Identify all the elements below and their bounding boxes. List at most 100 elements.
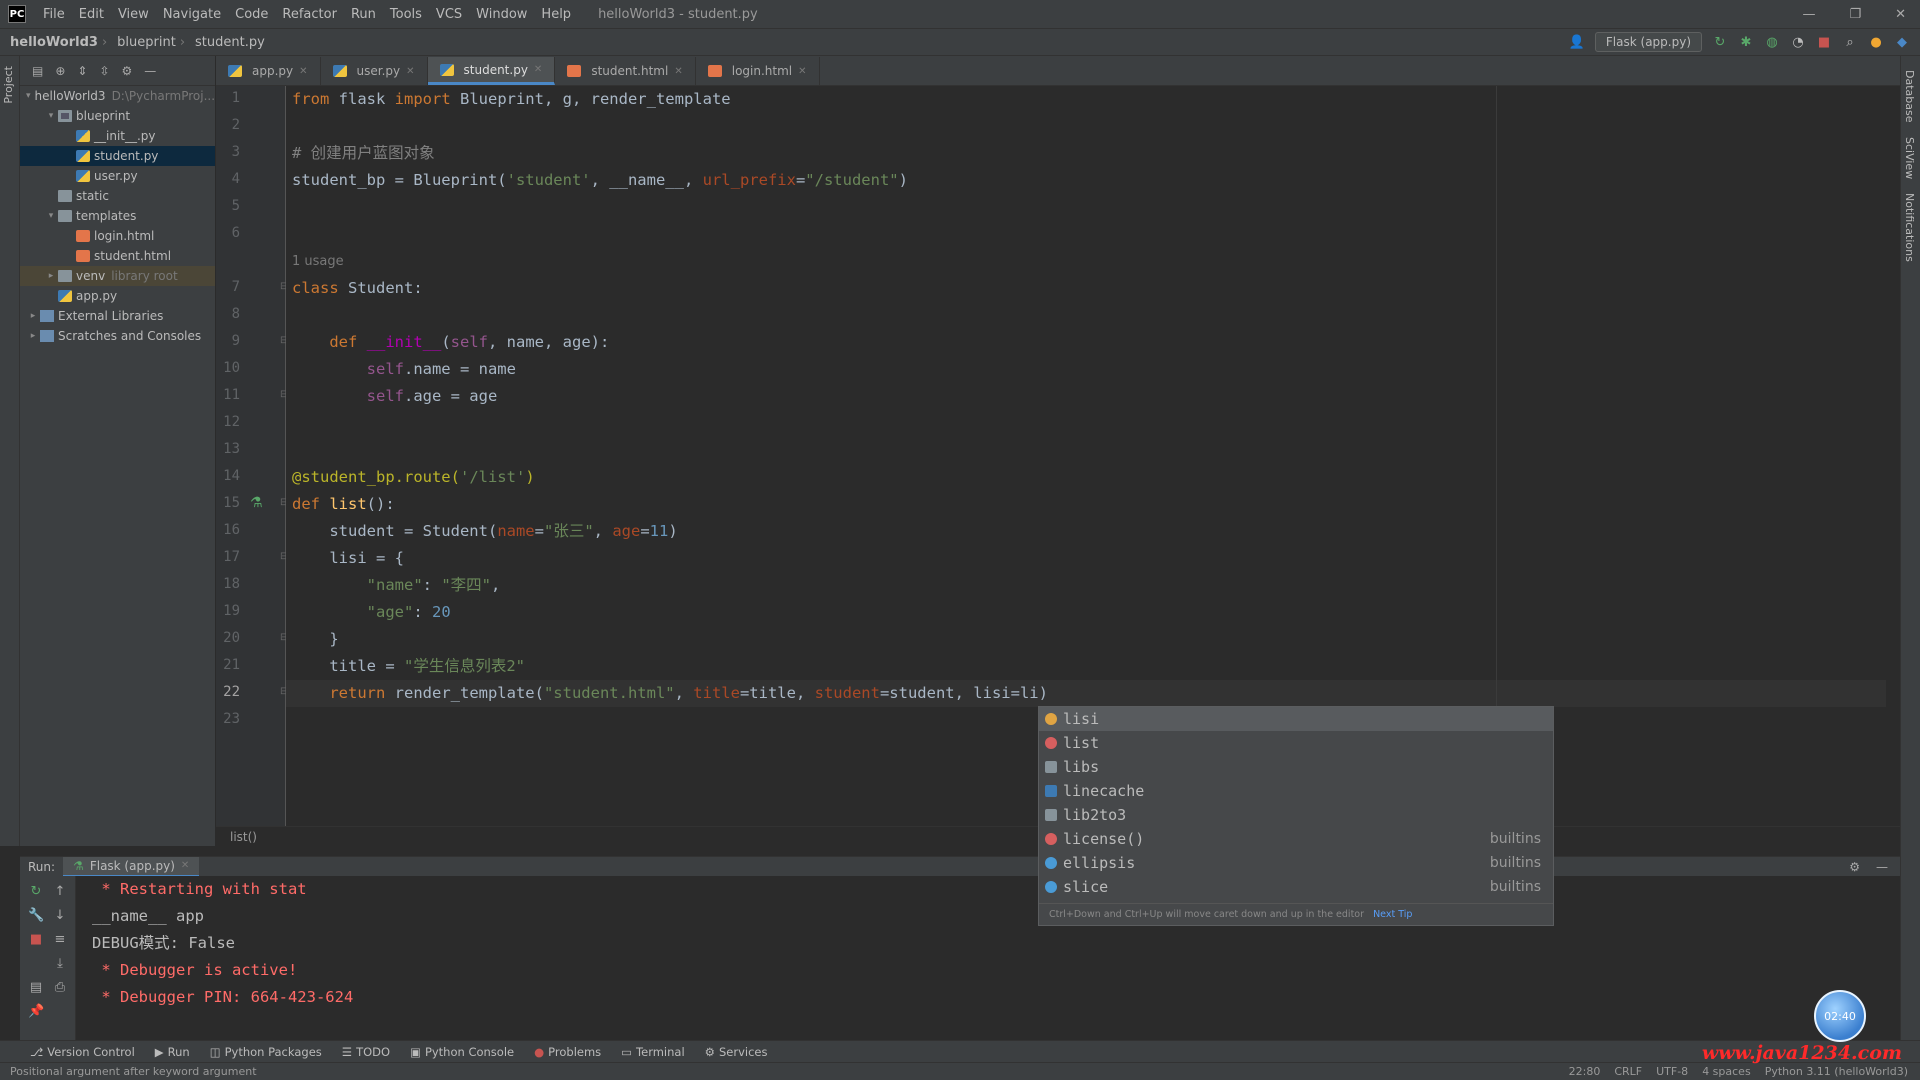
database-tool-label[interactable]: Database <box>1903 70 1916 123</box>
code-line[interactable]: self.age = age <box>292 383 498 410</box>
code-line[interactable]: class Student: <box>292 275 423 302</box>
code-line[interactable]: # 创建用户蓝图对象 <box>292 140 435 167</box>
tree-item-helloworld3[interactable]: ▾ helloWorld3 D:\PycharmProj... <box>20 86 215 106</box>
tree-item-external-libraries[interactable]: ▸ External Libraries <box>20 306 215 326</box>
tree-item-init-py[interactable]: __init__.py <box>20 126 215 146</box>
tool-tab-services[interactable]: ⚙ Services <box>705 1045 768 1059</box>
notifications-tool-label[interactable]: Notifications <box>1903 193 1916 262</box>
rerun-icon[interactable]: ↻ <box>28 884 44 900</box>
scroll-down-icon[interactable]: ↓ <box>52 908 68 924</box>
completion-item[interactable]: slice builtins <box>1039 875 1553 899</box>
status-crlf[interactable]: CRLF <box>1614 1065 1642 1078</box>
code-line[interactable]: student = Student(name="张三", age=11) <box>292 518 677 545</box>
expand-arrow-icon[interactable]: ▸ <box>44 271 58 281</box>
status-22-80[interactable]: 22:80 <box>1569 1065 1601 1078</box>
hide-icon[interactable]: — <box>144 64 156 78</box>
tree-item-app-py[interactable]: app.py <box>20 286 215 306</box>
wrench-icon[interactable]: 🔧 <box>28 908 44 924</box>
code-line[interactable]: def __init__(self, name, age): <box>292 329 609 356</box>
scroll-to-end-icon[interactable]: ⤓ <box>52 956 68 972</box>
soft-wrap-icon[interactable]: ≡ <box>52 932 68 948</box>
run-config-select[interactable]: Flask (app.py) <box>1594 32 1702 52</box>
project-tool-label[interactable]: Project <box>2 66 15 104</box>
completion-item[interactable]: license() builtins <box>1039 827 1553 851</box>
hide-icon[interactable]: — <box>1876 860 1888 874</box>
status-python-3-11-helloworld3[interactable]: Python 3.11 (helloWorld3) <box>1765 1065 1908 1078</box>
code-line[interactable]: lisi = { <box>292 545 404 572</box>
tree-item-templates[interactable]: ▾ templates <box>20 206 215 226</box>
code-line[interactable]: } <box>292 626 338 653</box>
maximize-button[interactable]: ❐ <box>1849 7 1861 22</box>
minimize-button[interactable]: — <box>1802 7 1815 22</box>
code-line[interactable]: "age": 20 <box>292 599 451 626</box>
tool-tab-todo[interactable]: ☰ TODO <box>342 1045 390 1059</box>
pin-icon[interactable]: 📌 <box>28 1004 44 1020</box>
status-4-spaces[interactable]: 4 spaces <box>1702 1065 1751 1078</box>
print-icon[interactable]: ⎙ <box>52 980 68 996</box>
code-line[interactable]: title = "学生信息列表2" <box>292 653 525 680</box>
menu-refactor[interactable]: Refactor <box>275 7 344 22</box>
breadcrumb-file[interactable]: student.py <box>185 35 269 50</box>
next-tip-link[interactable]: Next Tip <box>1373 909 1412 920</box>
close-tab-icon[interactable]: ✕ <box>674 66 682 77</box>
tree-item-scratches-and-consoles[interactable]: ▸ Scratches and Consoles <box>20 326 215 346</box>
tool-tab-terminal[interactable]: ▭ Terminal <box>621 1045 684 1059</box>
gear-icon[interactable]: ⚙ <box>1849 860 1860 874</box>
menu-help[interactable]: Help <box>534 7 578 22</box>
close-window-button[interactable]: ✕ <box>1895 7 1906 22</box>
tool-tab-python-packages[interactable]: ◫ Python Packages <box>210 1045 322 1059</box>
expand-arrow-icon[interactable]: ▾ <box>44 111 58 121</box>
coverage-icon[interactable]: ◍ <box>1764 34 1780 50</box>
run-tab[interactable]: ⚗ Flask (app.py) ✕ <box>63 856 200 877</box>
expand-arrow-icon[interactable]: ▸ <box>26 331 40 341</box>
close-icon[interactable]: ✕ <box>181 860 189 871</box>
stop-icon[interactable]: ■ <box>28 932 44 948</box>
plugin-icon[interactable]: ◆ <box>1894 34 1910 50</box>
editor-scrollbar[interactable] <box>1888 86 1900 826</box>
tool-tab-problems[interactable]: ● Problems <box>534 1045 601 1059</box>
collapse-all-icon[interactable]: ⇳ <box>99 64 109 78</box>
tool-tab-version-control[interactable]: ⎇ Version Control <box>30 1045 135 1059</box>
close-tab-icon[interactable]: ✕ <box>299 66 307 77</box>
code-line[interactable]: self.name = name <box>292 356 516 383</box>
code-line[interactable]: "name": "李四", <box>292 572 501 599</box>
tree-item-venv[interactable]: ▸ venv library root <box>20 266 215 286</box>
panel-options-icon[interactable]: ▤ <box>32 64 43 78</box>
expand-arrow-icon[interactable]: ▾ <box>44 211 58 221</box>
status-utf-8[interactable]: UTF-8 <box>1656 1065 1688 1078</box>
code-line[interactable]: from flask import Blueprint, g, render_t… <box>292 86 731 113</box>
code-line[interactable]: def list(): <box>292 491 395 518</box>
code-line[interactable]: student_bp = Blueprint('student', __name… <box>292 167 908 194</box>
tree-item-login-html[interactable]: login.html <box>20 226 215 246</box>
completion-item[interactable]: lisi <box>1039 707 1553 731</box>
profile-icon[interactable]: ◔ <box>1790 34 1806 50</box>
completion-item[interactable]: list <box>1039 731 1553 755</box>
tree-item-blueprint[interactable]: ▾ blueprint <box>20 106 215 126</box>
scroll-up-icon[interactable]: ↑ <box>52 884 68 900</box>
tool-tab-python-console[interactable]: ▣ Python Console <box>410 1045 514 1059</box>
menu-edit[interactable]: Edit <box>72 7 111 22</box>
menu-navigate[interactable]: Navigate <box>156 7 228 22</box>
tool-tab-run[interactable]: ▶ Run <box>155 1045 190 1059</box>
tree-item-student-html[interactable]: student.html <box>20 246 215 266</box>
stop-icon[interactable]: ■ <box>1816 34 1832 50</box>
menu-run[interactable]: Run <box>344 7 383 22</box>
menu-view[interactable]: View <box>111 7 156 22</box>
rerun-icon[interactable]: ↻ <box>1712 34 1728 50</box>
sciview-tool-label[interactable]: SciView <box>1903 137 1916 179</box>
tab-login-html[interactable]: login.html ✕ <box>696 57 820 85</box>
completion-item[interactable]: libs <box>1039 755 1553 779</box>
expand-arrow-icon[interactable]: ▸ <box>26 311 40 321</box>
close-tab-icon[interactable]: ✕ <box>534 64 542 75</box>
tree-item-student-py[interactable]: student.py <box>20 146 215 166</box>
completion-item[interactable]: linecache <box>1039 779 1553 803</box>
gear-icon[interactable]: ⚙ <box>122 64 133 78</box>
close-tab-icon[interactable]: ✕ <box>406 66 414 77</box>
menu-code[interactable]: Code <box>228 7 275 22</box>
usage-hint[interactable]: 1 usage <box>292 248 344 275</box>
code-line[interactable]: return render_template("student.html", t… <box>292 680 1048 707</box>
expand-all-icon[interactable]: ⇕ <box>77 64 87 78</box>
close-tab-icon[interactable]: ✕ <box>798 66 806 77</box>
breadcrumb-folder[interactable]: blueprint <box>107 35 180 50</box>
layout-icon[interactable]: ▤ <box>28 980 44 996</box>
